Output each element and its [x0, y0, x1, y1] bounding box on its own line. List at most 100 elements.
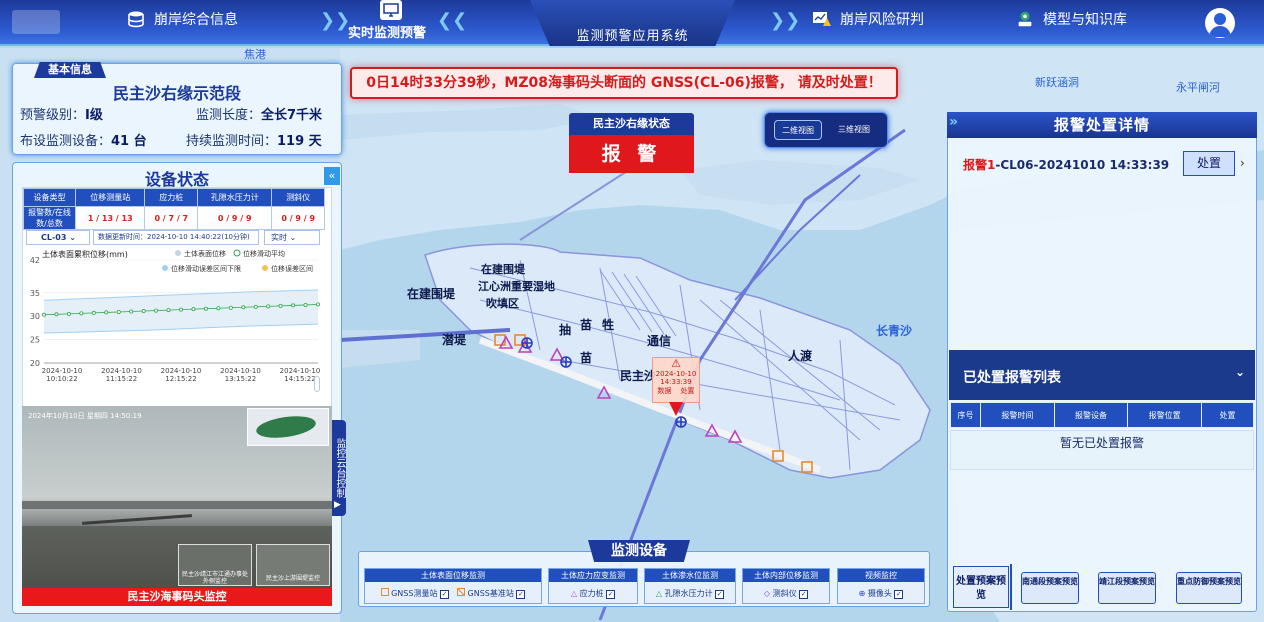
legend-gnss-station[interactable]: GNSS测量站 ✓	[380, 587, 449, 599]
site-name: 民主沙右缘示范段	[112, 84, 241, 103]
chart-legend: 土体表面位移 位移滑动平均 位移滑动误差区间下限 位移误差区间	[162, 249, 313, 273]
plan-jingjiang-button[interactable]: 靖江段预案预览	[1098, 572, 1156, 604]
nav-risk-assessment[interactable]: 崩岸风险研判	[812, 9, 924, 29]
legend-stress-pile[interactable]: △ 应力桩 ✓	[570, 588, 616, 599]
chart-scrollbar[interactable]	[314, 376, 320, 392]
alarm-marker-popup[interactable]: ⚠ 2024-10-10 14:33:39 数据 处置	[652, 357, 700, 403]
video-caption: 民主沙海事码头监控	[22, 588, 332, 606]
device-select[interactable]: CL-03 ⌄	[26, 230, 90, 245]
legend-band-swatch	[262, 265, 268, 271]
chart-avg-point	[79, 311, 84, 316]
expand-right-icon[interactable]: »	[949, 114, 965, 136]
legend-inclinometer[interactable]: ◇ 测斜仪 ✓	[764, 588, 809, 599]
plan-nantong-button[interactable]: 南通段预案预览	[1021, 572, 1079, 604]
risk-chart-icon	[812, 10, 832, 28]
row-label: 报警数/在线数/总数	[23, 206, 76, 230]
alarm-banner[interactable]: 0日14时33分39秒，MZ08海事码头断面的 GNSS(CL-06)报警， 请…	[350, 67, 898, 99]
play-arrow-icon: ▶	[334, 500, 341, 510]
chart-avg-point	[116, 309, 121, 314]
map-label-changqingsha: 长青沙	[876, 324, 913, 338]
gnss-marker	[772, 450, 784, 462]
marker-data-link[interactable]: 数据	[658, 386, 672, 396]
legend-group-video: 视频监控 ⊕ 摄像头 ✓	[837, 568, 925, 604]
triangle-icon: △	[655, 588, 663, 598]
chart-xtick: 12:15:22	[165, 375, 196, 383]
legend-group-seepage: 土体渗水位监测 △ 孔隙水压力计 ✓	[644, 568, 736, 604]
handle-alarm-button[interactable]: 处置	[1183, 151, 1235, 176]
logo	[12, 10, 60, 34]
handled-list-header[interactable]: 已处置报警列表 ⌄	[949, 350, 1255, 400]
plan-key-defense-button[interactable]: 重点防御预案预览	[1176, 572, 1242, 604]
nav-integrated-info[interactable]: 崩岸综合信息	[126, 9, 238, 29]
legend-surface-swatch	[175, 250, 181, 256]
alarm-item-text: -CL06-20241010 14:33:39	[995, 158, 1170, 172]
chart-avg-point	[54, 312, 59, 317]
chart-avg-point	[228, 305, 233, 310]
chart-title: 土体表面累积位移(mm)	[42, 249, 128, 259]
minimap-thumbnail[interactable]	[247, 408, 329, 446]
thumb-camera-1[interactable]: 民主沙靖江市江通办事处外侧监控	[178, 544, 252, 586]
mode-select[interactable]: 实时 ⌄	[264, 230, 320, 245]
cell-stress: 0 / 7 / 7	[144, 206, 199, 230]
col-stress-pile: 应力桩	[144, 188, 199, 207]
chart-avg-point	[216, 306, 221, 311]
chart-avg-point	[253, 304, 258, 309]
legend-lower: 位移滑动误差区间下限	[171, 264, 241, 273]
marker-handle-link[interactable]: 处置	[681, 386, 695, 396]
chart-ytick: 20	[30, 359, 40, 368]
chevron-right-icon-3[interactable]: ›	[1240, 156, 1245, 170]
col-handle: 处置	[1201, 402, 1254, 428]
triangle-icon: △	[570, 588, 578, 598]
col-displacement-station: 位移测量站	[74, 188, 146, 207]
nav-model-knowledge[interactable]: 模型与知识库	[1015, 9, 1127, 29]
chart-avg-point	[241, 305, 246, 310]
cell-piezometer: 0 / 9 / 9	[197, 206, 273, 230]
legend-camera[interactable]: ⊕ 摄像头 ✓	[859, 588, 904, 599]
stress-pile-marker	[727, 429, 743, 443]
chart-xtick: 2024-10-10	[280, 367, 321, 375]
legend-piezometer[interactable]: △ 孔隙水压力计 ✓	[655, 588, 725, 599]
user-avatar[interactable]	[1205, 8, 1235, 38]
chart-avg-point	[129, 309, 134, 314]
checkbox: ✓	[440, 589, 449, 599]
map-label-wetland: 江心洲重要湿地	[478, 280, 555, 293]
view-2d-button[interactable]: 二维视图	[774, 120, 822, 140]
chart-avg-point	[191, 307, 196, 312]
chevron-right-icon: ❯❯	[320, 10, 351, 31]
legend-surface: 土体表面位移	[184, 249, 226, 258]
cell-displacement: 1 / 13 / 13	[74, 206, 146, 230]
video-timestamp: 2024年10月10日 星期四 14:50:19	[28, 412, 142, 420]
monitoring-devices-title: 监测设备	[588, 540, 690, 562]
device-count: 布设监测设备：41 台	[20, 134, 147, 149]
chart-xtick: 10:10:22	[46, 375, 77, 383]
island-status-value: 报 警	[569, 135, 694, 173]
col-alarm-location: 报警位置	[1127, 402, 1202, 428]
thumb-camera-2[interactable]: 民主沙上游围堤监控	[256, 544, 330, 586]
legend-gnss-base[interactable]: GNSS基准站 ✓	[457, 587, 526, 599]
nav-integrated-info-label: 崩岸综合信息	[154, 12, 238, 28]
chart-xtick: 14:15:22	[284, 375, 315, 383]
chart-avg-point	[91, 310, 96, 315]
col-alarm-time: 报警时间	[980, 402, 1055, 428]
chevron-down-icon: ⌄	[1235, 365, 1246, 379]
chart-avg-point	[291, 303, 296, 308]
alarm-pin-icon[interactable]	[669, 402, 683, 416]
update-time-text: 数据更新时间：2024-10-10 14:40:22(10分钟)	[93, 230, 259, 245]
square-icon	[380, 587, 389, 596]
handled-list-table: 序号 报警时间 报警设备 报警位置 处置	[950, 402, 1254, 428]
model-tree-icon	[1015, 10, 1035, 28]
collapse-left-icon[interactable]: «	[324, 167, 340, 185]
view-3d-button[interactable]: 三维视图	[830, 120, 878, 140]
device-count-value: 41 台	[111, 134, 147, 149]
nav-realtime-monitoring[interactable]: 实时监测预警	[348, 22, 426, 41]
alarm-item[interactable]: 报警1-CL06-20241010 14:33:39	[963, 156, 1169, 173]
map-label-construction-dike: 在建围堤	[407, 287, 456, 301]
chart-avg-point	[315, 302, 320, 307]
chart-ytick: 42	[30, 256, 40, 265]
map-label-jiaogang: 焦港	[244, 48, 266, 61]
legend-avg: 位移滑动平均	[243, 249, 285, 258]
video-feed[interactable]: 2024年10月10日 星期四 14:50:19 民主沙靖江市江通办事处外侧监控…	[22, 406, 332, 604]
col-device-type: 设备类型	[23, 188, 76, 207]
legend-group-stress: 土体应力应变监测 △ 应力桩 ✓	[548, 568, 638, 604]
col-piezometer: 孔隙水压力计	[197, 188, 273, 207]
